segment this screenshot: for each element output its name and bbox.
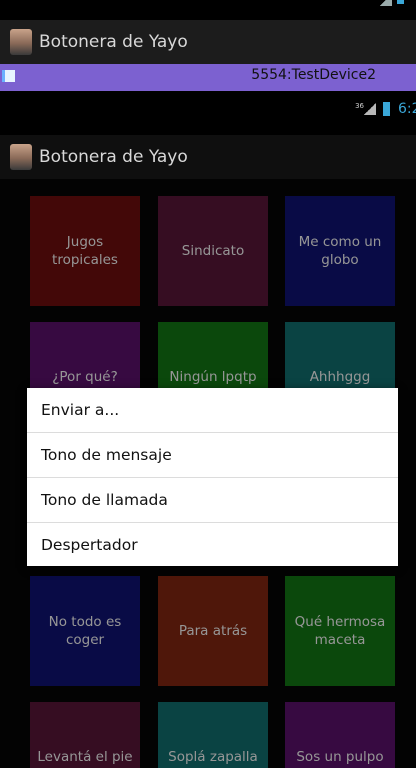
signal-icon <box>364 103 376 115</box>
device-status-bar: 36 6:2 <box>0 91 416 135</box>
emulator-title: 5554:TestDevice2 <box>251 67 376 83</box>
network-type-label: 36 <box>355 102 364 110</box>
emulator-title-bar: 5554:TestDevice2 <box>0 64 416 91</box>
battery-icon <box>383 102 390 116</box>
sound-button-7[interactable]: No todo es coger <box>30 576 140 686</box>
app-avatar-icon[interactable] <box>10 144 32 170</box>
app-bar: Botonera de Yayo <box>0 135 416 179</box>
app-avatar-icon <box>10 29 32 55</box>
sound-button-3[interactable]: Me como un globo <box>285 196 395 306</box>
emulator-window-icon <box>2 70 15 82</box>
sound-button-12[interactable]: Sos un pulpo <box>285 702 395 768</box>
sound-button-2[interactable]: Sindicato <box>158 196 268 306</box>
status-time: 6:2 <box>398 101 416 117</box>
context-menu: Enviar a... Tono de mensaje Tono de llam… <box>27 388 398 566</box>
sound-button-11[interactable]: Soplá zapalla <box>158 702 268 768</box>
sound-button-8[interactable]: Para atrás <box>158 576 268 686</box>
menu-item-send-to[interactable]: Enviar a... <box>27 388 398 432</box>
menu-item-alarm[interactable]: Despertador <box>27 523 398 567</box>
battery-icon <box>397 0 404 4</box>
signal-icon <box>380 0 392 6</box>
menu-item-ringtone[interactable]: Tono de llamada <box>27 478 398 522</box>
sound-button-9[interactable]: Qué hermosa maceta <box>285 576 395 686</box>
app-bar-background: Botonera de Yayo <box>0 20 416 64</box>
sound-button-1[interactable]: Jugos tropicales <box>30 196 140 306</box>
status-bar-top <box>0 0 416 20</box>
menu-item-message-tone[interactable]: Tono de mensaje <box>27 433 398 477</box>
app-title: Botonera de Yayo <box>39 147 188 167</box>
sound-button-10[interactable]: Levantá el pie <box>30 702 140 768</box>
app-title-background: Botonera de Yayo <box>39 32 188 52</box>
